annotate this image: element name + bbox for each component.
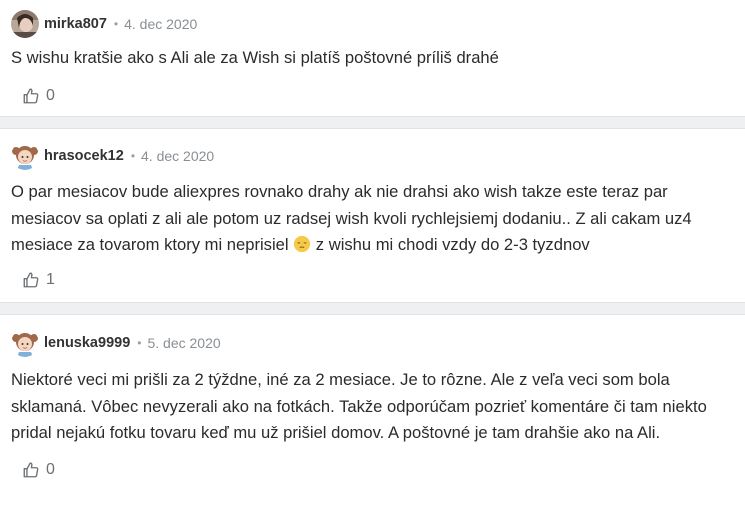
meta-separator: • (113, 17, 119, 31)
comment-username[interactable]: hrasocek12 (44, 148, 124, 164)
like-count: 0 (46, 86, 55, 104)
cartoon-girl-avatar-icon (11, 329, 39, 357)
comment-meta: hrasocek12 • 4. dec 2020 (11, 142, 731, 170)
comment-actions: 0 (11, 455, 731, 485)
comment-text: O par mesiacov bude aliexpres rovnako dr… (11, 179, 731, 259)
like-button[interactable]: 1 (22, 271, 55, 289)
meta-separator: • (130, 149, 136, 163)
comment-date: 4. dec 2020 (141, 148, 215, 164)
comment: hrasocek12 • 4. dec 2020 O par mesiacov … (0, 129, 745, 302)
comment-text: S wishu kratšie ako s Ali ale za Wish si… (11, 48, 499, 67)
like-count: 0 (46, 460, 55, 478)
comment-username[interactable]: lenuska9999 (44, 335, 130, 351)
avatar[interactable] (11, 142, 39, 170)
cartoon-girl-avatar-icon (11, 142, 39, 170)
comment-divider (0, 302, 745, 315)
comment-divider (0, 116, 745, 129)
like-button[interactable]: 0 (22, 461, 55, 479)
comments-feed: mirka807 • 4. dec 2020 S wishu kratšie a… (0, 0, 745, 524)
meta-separator: • (137, 336, 142, 350)
comment-actions: 1 (11, 265, 731, 295)
thumbs-up-icon (23, 462, 39, 477)
like-button[interactable]: 0 (22, 87, 55, 105)
comment-date: 4. dec 2020 (124, 16, 198, 32)
comment-text-part: z wishu mi chodi vzdy do 2-3 tyzdnov (311, 235, 590, 254)
comment-username[interactable]: mirka807 (44, 16, 107, 32)
thumbs-up-icon (23, 88, 39, 103)
comment-meta: lenuska9999 • 5. dec 2020 (11, 329, 731, 357)
comment: lenuska9999 • 5. dec 2020 Niektoré veci … (0, 315, 745, 524)
avatar[interactable] (11, 329, 39, 357)
comment-actions: 0 (11, 81, 731, 111)
comment-meta: mirka807 • 4. dec 2020 (11, 10, 731, 38)
avatar[interactable] (11, 10, 39, 38)
comment: mirka807 • 4. dec 2020 S wishu kratšie a… (0, 0, 745, 116)
comment-text: Niektoré veci mi prišli za 2 týždne, iné… (11, 370, 707, 442)
pensive-face-emoji-icon (294, 235, 311, 253)
comment-date: 5. dec 2020 (147, 335, 221, 351)
like-count: 1 (46, 270, 55, 288)
thumbs-up-icon (23, 272, 39, 287)
user-photo-icon (11, 10, 39, 38)
